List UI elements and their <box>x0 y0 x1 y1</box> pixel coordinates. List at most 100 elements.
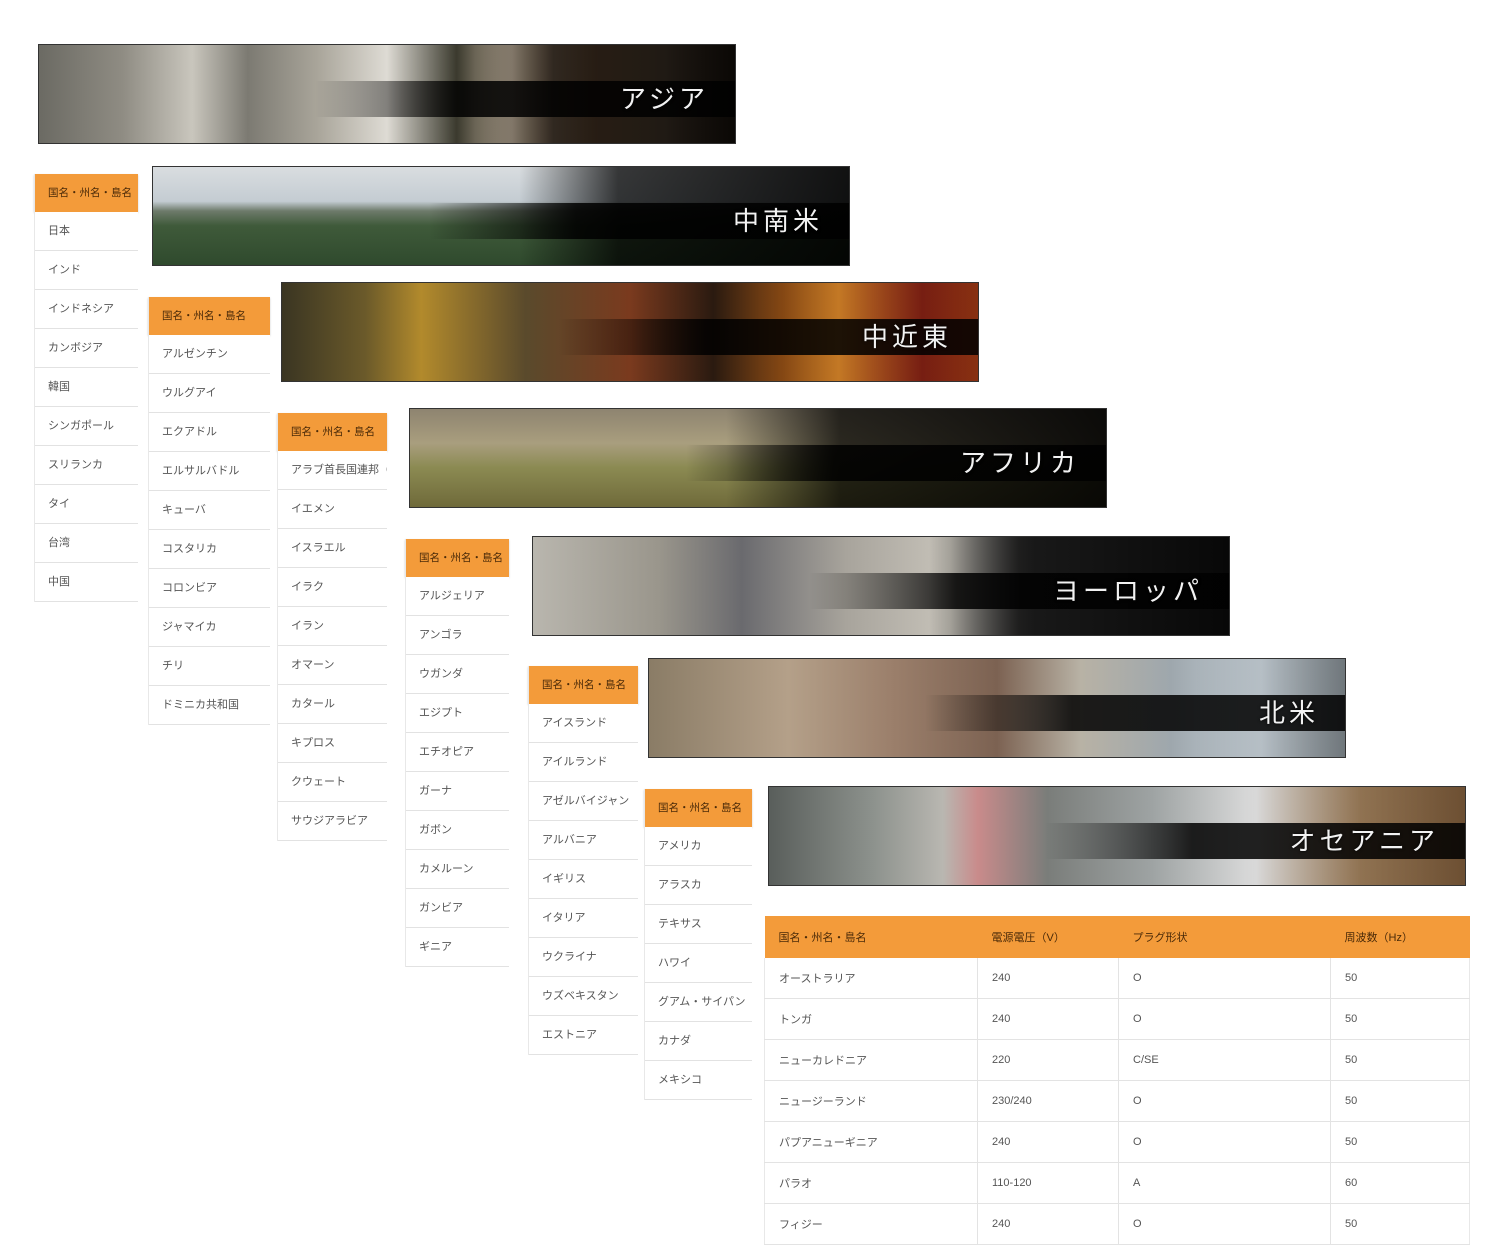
list-item[interactable]: エストニア <box>528 1016 638 1055</box>
table-row[interactable]: ニューカレドニア 220 C/SE 50 <box>764 1039 1470 1081</box>
list-item[interactable]: タイ <box>34 485 138 524</box>
list-item[interactable]: コロンビア <box>148 569 270 608</box>
list-item[interactable]: 韓国 <box>34 368 138 407</box>
banner-north-america[interactable]: 北米 <box>648 658 1346 758</box>
country-list-africa: 国名・州名・島名 アルジェリア アンゴラ ウガンダ エジプト エチオピア ガーナ… <box>405 539 509 967</box>
list-edge <box>528 666 529 1055</box>
list-item[interactable]: 中国 <box>34 563 138 602</box>
list-item[interactable]: スリランカ <box>34 446 138 485</box>
list-item[interactable]: ガーナ <box>405 772 509 811</box>
list-item[interactable]: グアム・サイパン <box>644 983 752 1022</box>
banner-europe[interactable]: ヨーロッパ <box>532 536 1230 636</box>
list-item[interactable]: ジャマイカ <box>148 608 270 647</box>
list-item[interactable]: アイスランド <box>528 704 638 743</box>
list-item[interactable]: インドネシア <box>34 290 138 329</box>
list-item[interactable]: カタール <box>277 685 387 724</box>
list-item[interactable]: イラン <box>277 607 387 646</box>
list-item[interactable]: メキシコ <box>644 1061 752 1100</box>
cell-frequency: 50 <box>1330 1203 1470 1245</box>
list-item[interactable]: アイルランド <box>528 743 638 782</box>
list-item[interactable]: チリ <box>148 647 270 686</box>
list-item[interactable]: ウズベキスタン <box>528 977 638 1016</box>
list-item[interactable]: イタリア <box>528 899 638 938</box>
list-edge <box>405 539 406 967</box>
table-row[interactable]: パラオ 110-120 A 60 <box>764 1162 1470 1204</box>
list-item[interactable]: 日本 <box>34 212 138 251</box>
cell-country: ニュージーランド <box>764 1080 978 1122</box>
cell-voltage: 240 <box>977 1121 1119 1163</box>
cell-voltage: 220 <box>977 1039 1119 1081</box>
list-item[interactable]: ガボン <box>405 811 509 850</box>
list-item[interactable]: コスタリカ <box>148 530 270 569</box>
banner-africa[interactable]: アフリカ <box>409 408 1107 508</box>
cell-plug: O <box>1118 958 1331 999</box>
list-item[interactable]: インド <box>34 251 138 290</box>
list-item[interactable]: イギリス <box>528 860 638 899</box>
cell-voltage: 110-120 <box>977 1162 1119 1204</box>
col-header-voltage: 電源電圧（V） <box>977 916 1119 958</box>
cell-frequency: 50 <box>1330 1121 1470 1163</box>
cell-plug: O <box>1118 1121 1331 1163</box>
list-item[interactable]: ギニア <box>405 928 509 967</box>
banner-middle-east[interactable]: 中近東 <box>281 282 979 382</box>
list-item[interactable]: オマーン <box>277 646 387 685</box>
list-item[interactable]: アルゼンチン <box>148 335 270 374</box>
list-item[interactable]: クウェート <box>277 763 387 802</box>
banner-asia[interactable]: アジア <box>38 44 736 144</box>
table-row[interactable]: トンガ 240 O 50 <box>764 998 1470 1040</box>
table-row[interactable]: パプアニューギニア 240 O 50 <box>764 1121 1470 1163</box>
list-item[interactable]: アゼルバイジャン <box>528 782 638 821</box>
list-item[interactable]: エチオピア <box>405 733 509 772</box>
list-item[interactable]: ハワイ <box>644 944 752 983</box>
country-list-europe: 国名・州名・島名 アイスランド アイルランド アゼルバイジャン アルバニア イギ… <box>528 666 638 1055</box>
table-row[interactable]: オーストラリア 240 O 50 <box>764 958 1470 999</box>
cell-plug: O <box>1118 1203 1331 1245</box>
list-item[interactable]: アラスカ <box>644 866 752 905</box>
list-item[interactable]: アルバニア <box>528 821 638 860</box>
list-item[interactable]: カナダ <box>644 1022 752 1061</box>
list-item[interactable]: ウクライナ <box>528 938 638 977</box>
list-item[interactable]: シンガポール <box>34 407 138 446</box>
list-item[interactable]: エジプト <box>405 694 509 733</box>
list-item[interactable]: ドミニカ共和国 <box>148 686 270 725</box>
list-item[interactable]: カンボジア <box>34 329 138 368</box>
cell-voltage: 240 <box>977 1203 1119 1245</box>
cell-frequency: 50 <box>1330 1080 1470 1122</box>
list-item[interactable]: アンゴラ <box>405 616 509 655</box>
cell-country: オーストラリア <box>764 958 978 999</box>
cell-country: トンガ <box>764 998 978 1040</box>
list-item[interactable]: ガンビア <box>405 889 509 928</box>
cell-country: パラオ <box>764 1162 978 1204</box>
col-header-country: 国名・州名・島名 <box>764 916 978 958</box>
list-item[interactable]: ウルグアイ <box>148 374 270 413</box>
list-edge <box>644 789 645 1100</box>
list-item[interactable]: 台湾 <box>34 524 138 563</box>
list-item[interactable]: アメリカ <box>644 827 752 866</box>
list-header: 国名・州名・島名 <box>644 789 752 827</box>
cell-frequency: 50 <box>1330 958 1470 999</box>
list-item[interactable]: イエメン <box>277 490 387 529</box>
table-row[interactable]: ニュージーランド 230/240 O 50 <box>764 1080 1470 1122</box>
list-item[interactable]: イラク <box>277 568 387 607</box>
list-item[interactable]: アルジェリア <box>405 577 509 616</box>
banner-latin-america[interactable]: 中南米 <box>152 166 850 266</box>
list-header: 国名・州名・島名 <box>148 297 270 335</box>
list-item[interactable]: ウガンダ <box>405 655 509 694</box>
list-item[interactable]: キプロス <box>277 724 387 763</box>
cell-plug: A <box>1118 1162 1331 1204</box>
list-item[interactable]: イスラエル <box>277 529 387 568</box>
list-item[interactable]: サウジアラビア <box>277 802 387 841</box>
cell-frequency: 60 <box>1330 1162 1470 1204</box>
list-item[interactable]: エルサルバドル <box>148 452 270 491</box>
list-item[interactable]: キューバ <box>148 491 270 530</box>
cell-country: パプアニューギニア <box>764 1121 978 1163</box>
table-header-row: 国名・州名・島名 電源電圧（V） プラグ形状 周波数（Hz） <box>764 916 1470 958</box>
list-item[interactable]: エクアドル <box>148 413 270 452</box>
list-item[interactable]: アラブ首長国連邦（I <box>277 451 387 490</box>
country-list-north-america: 国名・州名・島名 アメリカ アラスカ テキサス ハワイ グアム・サイパン カナダ… <box>644 789 752 1100</box>
table-row[interactable]: フィジー 240 O 50 <box>764 1203 1470 1245</box>
banner-oceania[interactable]: オセアニア <box>768 786 1466 886</box>
list-item[interactable]: テキサス <box>644 905 752 944</box>
list-item[interactable]: カメルーン <box>405 850 509 889</box>
region-title: アフリカ <box>959 449 1080 479</box>
